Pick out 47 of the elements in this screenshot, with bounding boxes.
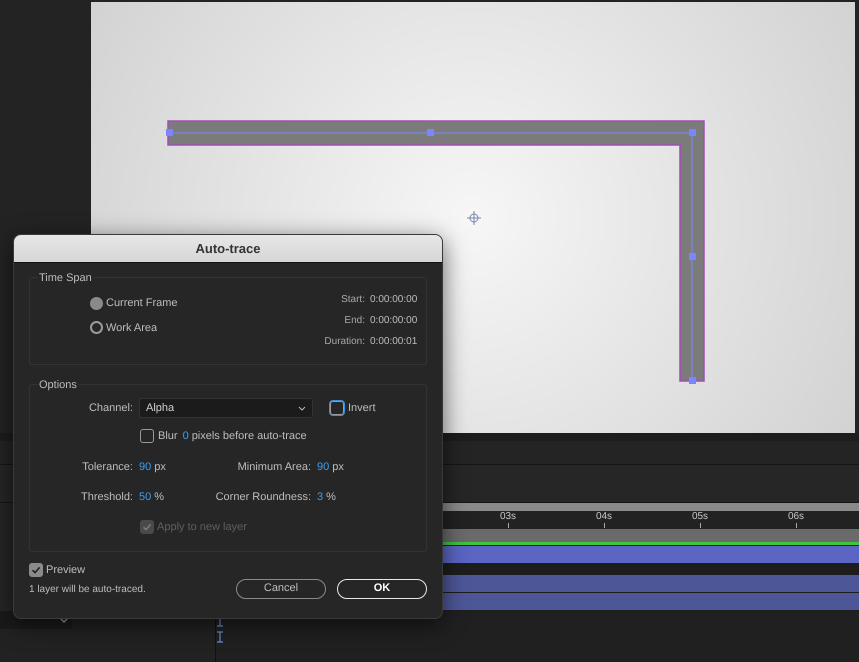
param-unit: % bbox=[326, 490, 336, 505]
ok-button[interactable]: OK bbox=[337, 578, 427, 598]
radio-button[interactable] bbox=[90, 296, 103, 310]
anchor-point-icon bbox=[467, 211, 481, 225]
param-value[interactable]: 50 bbox=[139, 489, 152, 506]
chevron-down-icon bbox=[298, 406, 306, 410]
param-unit: px bbox=[332, 460, 344, 474]
status-text: 1 layer will be auto-traced. bbox=[29, 582, 146, 596]
param-label: Tolerance: bbox=[81, 460, 133, 474]
blur-value[interactable]: 0 bbox=[182, 428, 189, 444]
dialog-title: Auto-trace bbox=[195, 240, 260, 258]
text-cursor-icon bbox=[217, 631, 223, 643]
info-value: 0:00:00:00 bbox=[370, 293, 418, 307]
info-label: Start: bbox=[340, 293, 365, 307]
dropdown-chevron-icon[interactable] bbox=[59, 617, 69, 623]
ruler-label: 05s bbox=[692, 510, 708, 523]
checkmark-icon bbox=[31, 565, 41, 576]
preview-checkbox[interactable] bbox=[29, 563, 43, 578]
param-value[interactable]: 90 bbox=[139, 458, 152, 475]
checkbox-label[interactable]: Preview bbox=[46, 562, 86, 578]
info-value: 0:00:00:00 bbox=[370, 314, 418, 328]
radio-label[interactable]: Work Area bbox=[106, 320, 158, 336]
param-label: Minimum Area: bbox=[236, 460, 311, 474]
radio-label[interactable]: Current Frame bbox=[106, 295, 178, 312]
blur-suffix: pixels before auto-trace bbox=[192, 429, 307, 444]
group-legend: Options bbox=[38, 377, 78, 394]
radio-button[interactable] bbox=[90, 321, 103, 334]
cancel-button[interactable]: Cancel bbox=[236, 578, 326, 598]
info-label: End: bbox=[343, 314, 365, 328]
checkbox-label[interactable]: Invert bbox=[348, 400, 376, 416]
checkmark-icon bbox=[142, 522, 152, 532]
param-value[interactable]: 90 bbox=[317, 458, 330, 475]
channel-dropdown[interactable]: Alpha bbox=[139, 398, 313, 418]
ruler-label: 06s bbox=[788, 510, 804, 523]
ruler-label: 03s bbox=[500, 510, 516, 523]
param-unit: px bbox=[154, 460, 166, 474]
info-label: Duration: bbox=[323, 335, 365, 349]
param-label: Corner Roundness: bbox=[214, 490, 311, 505]
group-legend: Time Span bbox=[38, 270, 93, 286]
blur-checkbox[interactable] bbox=[140, 429, 154, 444]
info-value: 0:00:00:01 bbox=[370, 335, 418, 349]
ruler-label: 04s bbox=[596, 510, 612, 523]
param-label: Threshold: bbox=[80, 490, 133, 505]
param-unit: % bbox=[154, 490, 164, 505]
checkbox-label[interactable]: Blur bbox=[158, 428, 178, 444]
param-value[interactable]: 3 bbox=[317, 489, 324, 506]
field-label: Channel: bbox=[88, 400, 133, 416]
